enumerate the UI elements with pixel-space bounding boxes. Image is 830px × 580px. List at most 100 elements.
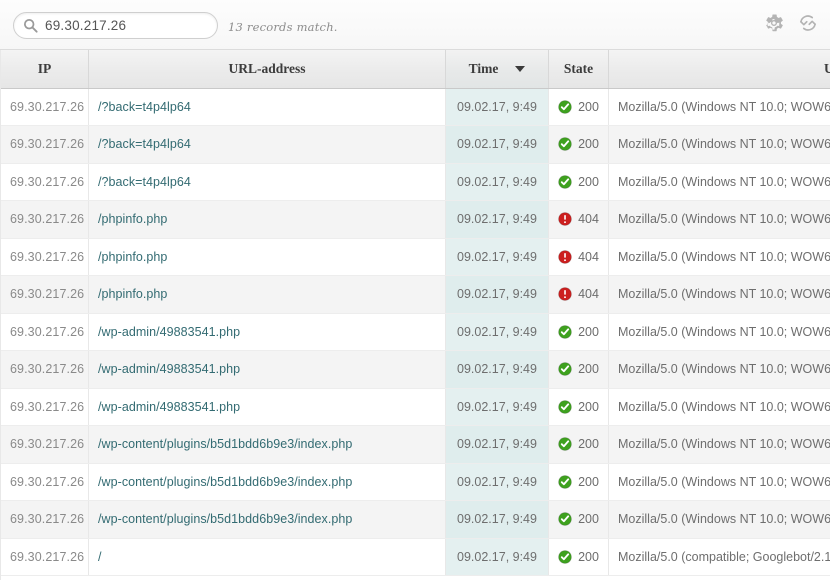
toolbar-actions <box>764 13 818 33</box>
table-row[interactable]: 69.30.217.26/phpinfo.php 09.02.17, 9:49 40… <box>0 238 830 276</box>
table-header-row: IP URL-address Time State User agent <box>0 50 830 89</box>
cell-url[interactable]: /wp-admin/49883541.php <box>88 388 446 426</box>
log-table: IP URL-address Time State User agent 69.… <box>0 50 830 576</box>
status-code-label: 404 <box>578 287 599 302</box>
cell-user-agent: Mozilla/5.0 (Windows NT 10.0; WOW64) <box>608 500 830 539</box>
cell-time: 09.02.17, 9:49 <box>445 88 549 126</box>
check-circle-icon <box>558 362 572 377</box>
cell-state: 404 <box>548 238 609 276</box>
cell-user-agent: Mozilla/5.0 (Windows NT 10.0; WOW64) <box>608 350 830 389</box>
column-header-time[interactable]: Time <box>445 50 549 89</box>
check-circle-icon <box>558 324 572 339</box>
cell-time: 09.02.17, 9:49 <box>445 500 549 539</box>
cell-url[interactable]: /phpinfo.php <box>88 275 446 314</box>
cell-user-agent: Mozilla/5.0 (Windows NT 10.0; WOW64) <box>608 313 830 351</box>
cell-state: 200 <box>548 350 609 389</box>
cell-ip: 69.30.217.26 <box>0 163 89 201</box>
cell-url[interactable]: /wp-admin/49883541.php <box>88 313 446 351</box>
cell-state: 200 <box>548 313 609 351</box>
status-code-label: 200 <box>578 399 599 414</box>
cell-time: 09.02.17, 9:49 <box>445 275 549 314</box>
gear-icon[interactable] <box>764 13 784 33</box>
toolbar: 13 records match. <box>0 0 830 50</box>
cell-url[interactable]: /?back=t4p4lp64 <box>88 88 446 126</box>
error-circle-icon <box>558 287 572 302</box>
cell-ip: 69.30.217.26 <box>0 313 89 351</box>
error-circle-icon <box>558 249 572 264</box>
table-row[interactable]: 69.30.217.26/phpinfo.php 09.02.17, 9:49 40… <box>0 200 830 239</box>
cell-state: 404 <box>548 200 609 239</box>
cell-time: 09.02.17, 9:49 <box>445 238 549 276</box>
cell-ip: 69.30.217.26 <box>0 538 89 576</box>
cell-time: 09.02.17, 9:49 <box>445 163 549 201</box>
cell-ip: 69.30.217.26 <box>0 463 89 501</box>
cell-user-agent: Mozilla/5.0 (Windows NT 10.0; WOW64) <box>608 125 830 164</box>
cell-state: 200 <box>548 388 609 426</box>
cell-url[interactable]: /wp-content/plugins/b5d1bdd6b9e3/index.p… <box>88 425 446 464</box>
table-row[interactable]: 69.30.217.26/?back=t4p4lp64 09.02.17, 9:4… <box>0 163 830 201</box>
cell-url[interactable]: /wp-content/plugins/b5d1bdd6b9e3/index.p… <box>88 500 446 539</box>
search-box[interactable] <box>13 12 218 39</box>
cell-user-agent: Mozilla/5.0 (Windows NT 10.0; WOW64) <box>608 200 830 239</box>
table-row[interactable]: 69.30.217.26/09.02.17, 9:49 200 Mozilla/5.… <box>0 538 830 576</box>
column-header-ip[interactable]: IP <box>0 50 89 89</box>
log-table-header: IP URL-address Time State User agent <box>0 50 830 89</box>
cell-ip: 69.30.217.26 <box>0 275 89 314</box>
table-row[interactable]: 69.30.217.26/wp-content/plugins/b5d1bdd6… <box>0 463 830 501</box>
cell-user-agent: Mozilla/5.0 (compatible; Googlebot/2.1; <box>608 538 830 576</box>
cell-time: 09.02.17, 9:49 <box>445 388 549 426</box>
table-left-edge <box>0 50 1 580</box>
check-circle-icon <box>558 549 572 564</box>
table-row[interactable]: 69.30.217.26/wp-content/plugins/b5d1bdd6… <box>0 500 830 539</box>
column-header-url[interactable]: URL-address <box>88 50 446 89</box>
table-row[interactable]: 69.30.217.26/wp-admin/49883541.php 09.02.… <box>0 388 830 426</box>
status-code-label: 200 <box>578 549 599 564</box>
cell-url[interactable]: /phpinfo.php <box>88 200 446 239</box>
cell-state: 200 <box>548 538 609 576</box>
cell-url[interactable]: / <box>88 538 446 576</box>
status-code-label: 200 <box>578 324 599 339</box>
column-header-user-agent[interactable]: User agent <box>608 50 830 89</box>
table-row[interactable]: 69.30.217.26/wp-admin/49883541.php 09.02.… <box>0 350 830 389</box>
status-code-label: 404 <box>578 249 599 264</box>
search-input[interactable] <box>45 18 205 33</box>
cell-user-agent: Mozilla/5.0 (Windows NT 10.0; WOW64) <box>608 275 830 314</box>
cell-state: 200 <box>548 125 609 164</box>
status-code-label: 200 <box>578 437 599 452</box>
table-row[interactable]: 69.30.217.26/?back=t4p4lp64 09.02.17, 9:4… <box>0 88 830 126</box>
cell-ip: 69.30.217.26 <box>0 200 89 239</box>
table-row[interactable]: 69.30.217.26/wp-content/plugins/b5d1bdd6… <box>0 425 830 464</box>
cell-time: 09.02.17, 9:49 <box>445 350 549 389</box>
table-row[interactable]: 69.30.217.26/?back=t4p4lp64 09.02.17, 9:4… <box>0 125 830 164</box>
cell-url[interactable]: /?back=t4p4lp64 <box>88 163 446 201</box>
log-table-scroll-area[interactable]: IP URL-address Time State User agent 69.… <box>0 50 830 580</box>
cell-url[interactable]: /?back=t4p4lp64 <box>88 125 446 164</box>
status-code-label: 200 <box>578 137 599 152</box>
check-circle-icon <box>558 437 572 452</box>
cell-state: 200 <box>548 463 609 501</box>
check-circle-icon <box>558 399 572 414</box>
cell-ip: 69.30.217.26 <box>0 350 89 389</box>
refresh-icon[interactable] <box>798 13 818 33</box>
column-header-state[interactable]: State <box>548 50 609 89</box>
records-match-label: 13 records match. <box>228 20 338 34</box>
cell-state: 200 <box>548 88 609 126</box>
cell-url[interactable]: /wp-content/plugins/b5d1bdd6b9e3/index.p… <box>88 463 446 501</box>
table-row[interactable]: 69.30.217.26/wp-admin/49883541.php 09.02.… <box>0 313 830 351</box>
status-code-label: 200 <box>578 474 599 489</box>
cell-time: 09.02.17, 9:49 <box>445 313 549 351</box>
cell-ip: 69.30.217.26 <box>0 425 89 464</box>
cell-ip: 69.30.217.26 <box>0 500 89 539</box>
cell-url[interactable]: /wp-admin/49883541.php <box>88 350 446 389</box>
caret-down-icon <box>515 65 526 72</box>
cell-ip: 69.30.217.26 <box>0 238 89 276</box>
status-code-label: 200 <box>578 99 599 114</box>
cell-time: 09.02.17, 9:49 <box>445 200 549 239</box>
cell-time: 09.02.17, 9:49 <box>445 538 549 576</box>
cell-time: 09.02.17, 9:49 <box>445 463 549 501</box>
error-circle-icon <box>558 212 572 227</box>
column-header-time-label: Time <box>468 60 499 76</box>
cell-url[interactable]: /phpinfo.php <box>88 238 446 276</box>
table-row[interactable]: 69.30.217.26/phpinfo.php 09.02.17, 9:49 40… <box>0 275 830 314</box>
status-code-label: 200 <box>578 512 599 527</box>
